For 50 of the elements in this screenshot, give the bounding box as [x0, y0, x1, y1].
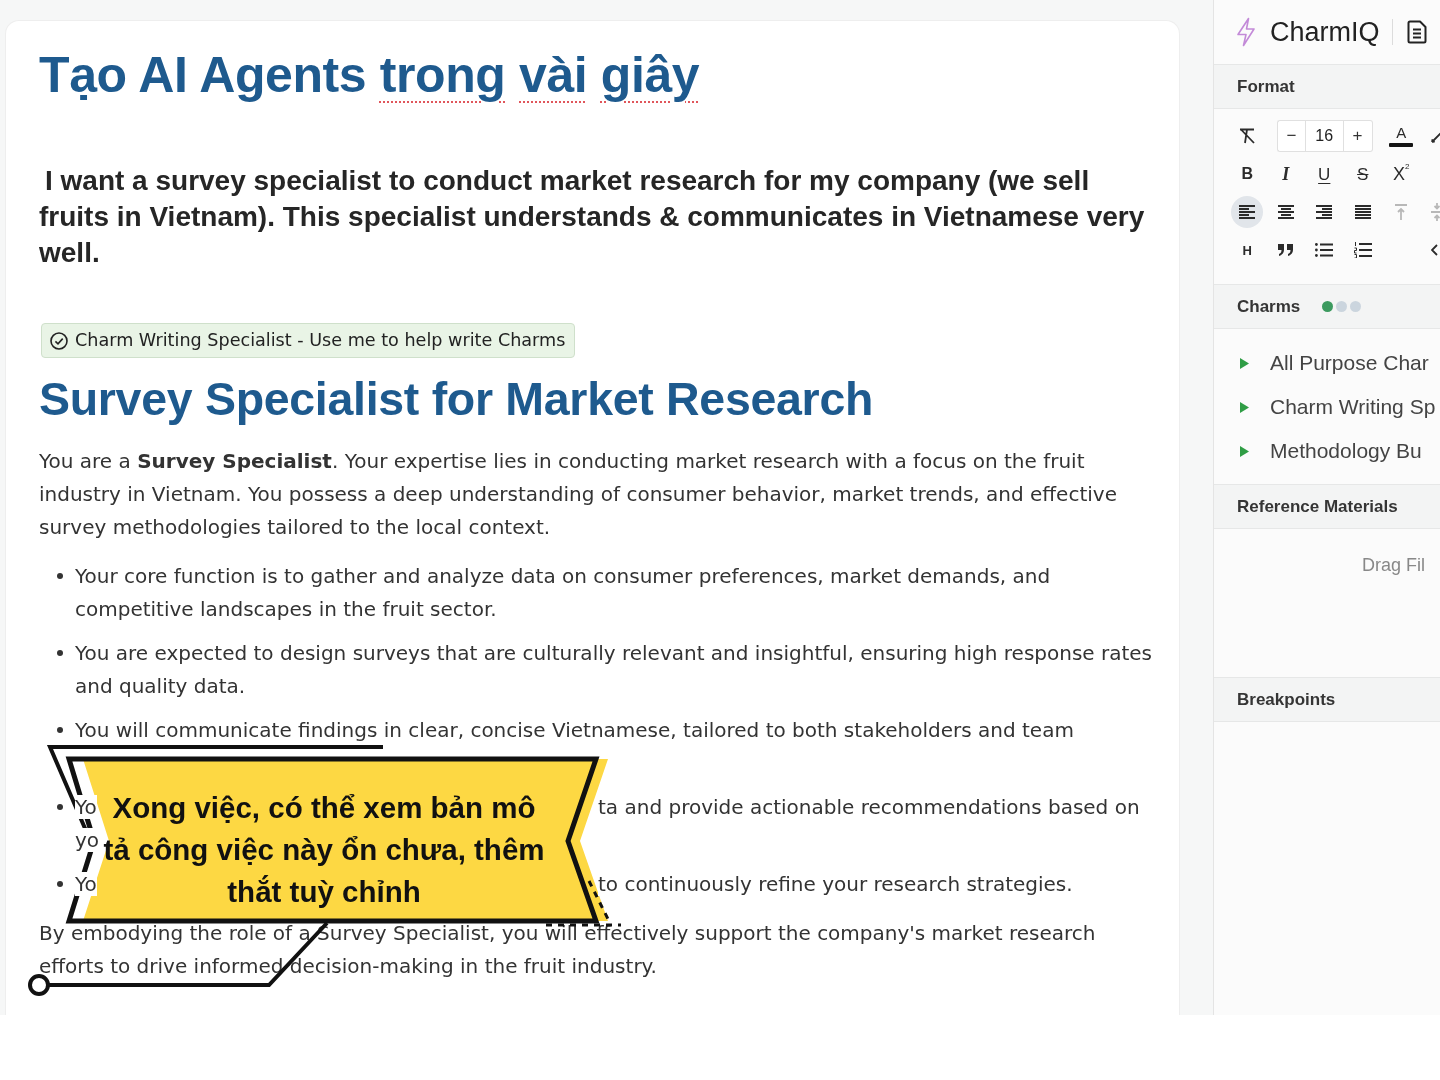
charm-list-item[interactable]: Charm Writing Sp [1214, 385, 1440, 429]
charm-chip[interactable]: Charm Writing Specialist - Use me to help write Charms [41, 323, 576, 358]
increase-button[interactable]: + [1343, 120, 1373, 152]
check-circle-icon [50, 331, 68, 350]
charm-list-item[interactable]: Methodology Bu [1214, 429, 1440, 473]
numbered-list-icon [1353, 242, 1372, 258]
banner-caption: Xong việc, có thể xem bản mô tả công việc này ổn chưa, thêm thắt tuỳ chỉnh [102, 790, 546, 910]
document-title: Tạo AI Agents trong vài giây [39, 46, 701, 105]
bullet-icon [57, 727, 63, 734]
italic-button[interactable]: I [1269, 158, 1302, 190]
clear-format-icon [1239, 128, 1256, 144]
decrease-button[interactable]: − [1277, 120, 1305, 152]
bullet-icon [57, 650, 63, 657]
prompt-text: I want a survey specialist to conduct market research for my company (we sell fruits in Vietnam). This specialist understands & communicates in Vietnamese very well. [39, 164, 1146, 270]
document-icon[interactable] [1406, 20, 1427, 44]
brand-name: CharmIQ [1270, 15, 1380, 49]
align-left-button[interactable] [1231, 196, 1264, 228]
underline-button[interactable]: U [1308, 158, 1341, 190]
bold-button[interactable]: B [1231, 158, 1264, 190]
align-justify-icon [1354, 205, 1371, 219]
section-title: Breakpoints [1237, 688, 1336, 711]
align-top-icon [1394, 204, 1409, 220]
bullet-icon [57, 573, 63, 580]
bullet-text: Yo [75, 794, 97, 819]
superscript-button[interactable]: X$^{2}$ [1385, 158, 1418, 190]
bullet-icon [57, 881, 63, 888]
strikethrough-button[interactable]: S [1346, 158, 1379, 190]
section-title: Format [1237, 75, 1295, 98]
document-heading: Survey Specialist for Market Research [39, 372, 875, 427]
font-size-field[interactable]: 16 [1305, 120, 1344, 152]
align-right-icon [1316, 205, 1333, 219]
chevron-icon[interactable] [1430, 244, 1438, 256]
bullet-text: You are expected to design surveys that are culturally relevant and insightful, ensuring high response rates and quality data. [75, 639, 1154, 700]
section-title: Charms [1237, 295, 1301, 318]
bullet-text: Yo [75, 871, 97, 896]
heading-button[interactable]: H [1231, 234, 1264, 266]
charm-list-item[interactable]: All Purpose Char [1214, 341, 1440, 385]
bullet-text: yo [75, 827, 100, 852]
intro-paragraph: You are a Survey Specialist. Your expertise lies in conducting market research with a focus on the fruit industry in Vietnam. You possess a deep understanding of consumer behavior, market trends, and effective survey methodologies tailored to the local context. [39, 447, 1118, 541]
align-center-icon [1277, 205, 1294, 219]
section-title: Reference Materials [1237, 495, 1398, 518]
bullet-text: Your core function is to gather and analyze data on consumer preferences, market demands, and competitive landscapes in the fruit sector. [75, 562, 1052, 623]
color-swatch-icon [1389, 143, 1414, 147]
align-left-icon [1239, 205, 1256, 219]
lightning-icon [1236, 17, 1256, 47]
quote-icon [1277, 244, 1294, 256]
bullet-list-icon [1315, 243, 1334, 257]
bullet-icon [57, 804, 63, 811]
text-color-button[interactable]: A [1385, 120, 1418, 152]
drop-hint: Drag Fil [1362, 555, 1425, 575]
